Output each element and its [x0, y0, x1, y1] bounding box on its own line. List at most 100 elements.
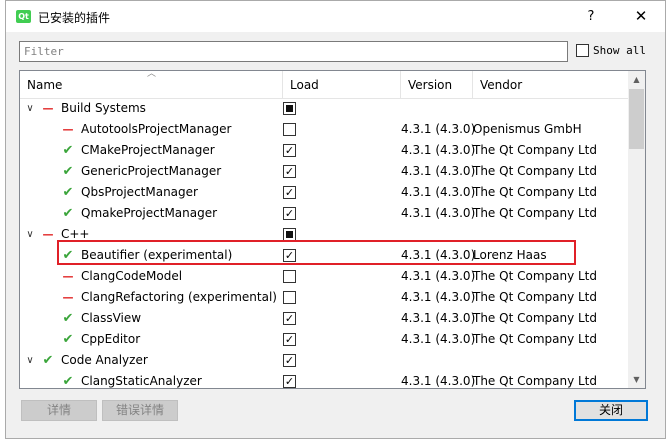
load-checkbox[interactable]: [283, 123, 296, 136]
load-cell: ✓: [283, 203, 393, 224]
name-cell: ✔ QbsProjectManager: [20, 182, 277, 203]
help-button[interactable]: ?: [576, 1, 606, 32]
show-all-checkbox[interactable]: [576, 44, 589, 57]
vendor-cell: The Qt Company Ltd: [473, 206, 598, 220]
version-cell: 4.3.1 (4.3.0): [401, 164, 476, 178]
plugin-name: QbsProjectManager: [81, 185, 198, 199]
column-header-load[interactable]: Load: [283, 71, 401, 99]
plugin-row[interactable]: — AutotoolsProjectManager 4.3.1 (4.3.0) Ope…: [20, 119, 628, 140]
load-cell: ✓: [283, 161, 393, 182]
load-checkbox[interactable]: ✓: [283, 186, 296, 199]
load-checkbox[interactable]: [283, 102, 296, 115]
load-checkbox[interactable]: ✓: [283, 249, 296, 262]
tree-category-row[interactable]: ∨ — Build Systems: [20, 98, 628, 119]
show-all-toggle[interactable]: Show all: [576, 44, 646, 57]
load-checkbox[interactable]: [283, 270, 296, 283]
column-header-vendor[interactable]: Vendor: [473, 71, 628, 99]
enabled-check-icon: ✔: [62, 248, 74, 263]
version-cell: 4.3.1 (4.3.0): [401, 311, 476, 325]
plugin-row[interactable]: ✔ QmakeProjectManager ✓ 4.3.1 (4.3.0) The Qt…: [20, 203, 628, 224]
error-details-button[interactable]: 错误详情: [102, 400, 178, 421]
enabled-check-icon: ✔: [62, 185, 74, 200]
vendor-cell: The Qt Company Ltd: [473, 164, 598, 178]
tree-header: Name ︿ Load Version Vendor: [20, 71, 628, 99]
name-cell: ∨ ✔ Code Analyzer: [20, 350, 277, 371]
qt-app-icon: Qt: [16, 10, 31, 23]
plugin-row[interactable]: ✔ ClassView ✓ 4.3.1 (4.3.0) The Qt Company L…: [20, 308, 628, 329]
plugin-name: Build Systems: [61, 101, 146, 115]
load-checkbox[interactable]: ✓: [283, 375, 296, 388]
load-checkbox[interactable]: [283, 291, 296, 304]
plugin-name: C++: [61, 227, 90, 241]
load-checkbox[interactable]: [283, 228, 296, 241]
plugin-row[interactable]: ✔ QbsProjectManager ✓ 4.3.1 (4.3.0) The Qt C…: [20, 182, 628, 203]
load-checkbox[interactable]: ✓: [283, 354, 296, 367]
sort-ascending-icon: ︿: [147, 70, 157, 79]
plugin-row[interactable]: ✔ CppEditor ✓ 4.3.1 (4.3.0) The Qt Company L…: [20, 329, 628, 350]
version-cell: [401, 224, 471, 245]
version-cell: 4.3.1 (4.3.0): [401, 290, 476, 304]
enabled-check-icon: ✔: [62, 206, 74, 221]
vendor-cell: The Qt Company Ltd: [473, 332, 598, 346]
vendor-cell: The Qt Company Ltd: [473, 374, 598, 388]
load-checkbox[interactable]: ✓: [283, 165, 296, 178]
filter-field[interactable]: [19, 41, 568, 62]
column-header-version[interactable]: Version: [401, 71, 473, 99]
load-cell: ✓: [283, 245, 393, 266]
load-checkbox[interactable]: ✓: [283, 144, 296, 157]
vertical-scrollbar[interactable]: ▲ ▼: [628, 71, 645, 388]
tree-category-row[interactable]: ∨ — C++: [20, 224, 628, 245]
expand-chevron-icon[interactable]: ∨: [24, 350, 36, 371]
load-cell: [283, 287, 393, 308]
scroll-down-icon[interactable]: ▼: [628, 371, 645, 388]
plugin-name: ClangCodeModel: [81, 269, 183, 283]
title-bar: Qt 已安装的插件 ? ✕: [6, 1, 665, 32]
plugin-rows: ∨ — Build Systems — AutotoolsProjectManager 4…: [20, 98, 628, 388]
column-header-name[interactable]: Name ︿: [20, 71, 283, 99]
load-checkbox[interactable]: ✓: [283, 333, 296, 346]
version-cell: 4.3.1 (4.3.0): [401, 374, 476, 388]
enabled-check-icon: ✔: [42, 353, 54, 368]
plugin-row[interactable]: ✔ GenericProjectManager ✓ 4.3.1 (4.3.0) The …: [20, 161, 628, 182]
show-all-label: Show all: [593, 44, 646, 57]
load-cell: ✓: [283, 371, 393, 388]
name-cell: — ClangCodeModel: [20, 266, 277, 287]
scroll-up-icon[interactable]: ▲: [628, 71, 645, 88]
enabled-check-icon: ✔: [62, 164, 74, 179]
name-cell: ✔ CMakeProjectManager: [20, 140, 277, 161]
plugin-row[interactable]: ✔ ClangStaticAnalyzer ✓ 4.3.1 (4.3.0) The Qt…: [20, 371, 628, 388]
expand-chevron-icon[interactable]: ∨: [24, 98, 36, 119]
name-cell: ✔ ClangStaticAnalyzer: [20, 371, 277, 388]
plugin-row[interactable]: — ClangRefactoring (experimental) 4.3.1 (4…: [20, 287, 628, 308]
enabled-check-icon: ✔: [62, 332, 74, 347]
load-checkbox[interactable]: ✓: [283, 312, 296, 325]
vendor-cell: The Qt Company Ltd: [473, 269, 598, 283]
plugin-name: CMakeProjectManager: [81, 143, 215, 157]
load-cell: [283, 119, 393, 140]
dialog-title: 已安装的插件: [38, 11, 111, 25]
load-checkbox[interactable]: ✓: [283, 207, 296, 220]
vendor-cell: Lorenz Haas: [473, 248, 547, 262]
plugin-row[interactable]: ✔ CMakeProjectManager ✓ 4.3.1 (4.3.0) The Qt…: [20, 140, 628, 161]
tree-category-row[interactable]: ∨ ✔ Code Analyzer ✓: [20, 350, 628, 371]
vendor-cell: The Qt Company Ltd: [473, 185, 598, 199]
plugin-row[interactable]: ✔ Beautifier (experimental) ✓ 4.3.1 (4.3.0)…: [20, 245, 628, 266]
name-cell: — AutotoolsProjectManager: [20, 119, 277, 140]
plugin-row[interactable]: — ClangCodeModel 4.3.1 (4.3.0) The Qt Compa…: [20, 266, 628, 287]
disabled-dash-icon: —: [42, 102, 54, 115]
plugin-name: Code Analyzer: [61, 353, 148, 367]
close-button[interactable]: 关闭: [574, 400, 648, 421]
expand-chevron-icon[interactable]: ∨: [24, 224, 36, 245]
close-window-icon[interactable]: ✕: [621, 1, 661, 32]
load-cell: ✓: [283, 182, 393, 203]
scrollbar-thumb[interactable]: [629, 89, 644, 149]
vendor-cell: The Qt Company Ltd: [473, 290, 598, 304]
plugin-name: AutotoolsProjectManager: [81, 122, 232, 136]
load-cell: ✓: [283, 308, 393, 329]
details-button[interactable]: 详情: [21, 400, 97, 421]
vendor-cell: The Qt Company Ltd: [473, 311, 598, 325]
plugin-name: Beautifier (experimental): [81, 248, 233, 262]
name-cell: ∨ — C++: [20, 224, 277, 245]
version-cell: 4.3.1 (4.3.0): [401, 248, 476, 262]
filter-input[interactable]: [20, 42, 567, 61]
